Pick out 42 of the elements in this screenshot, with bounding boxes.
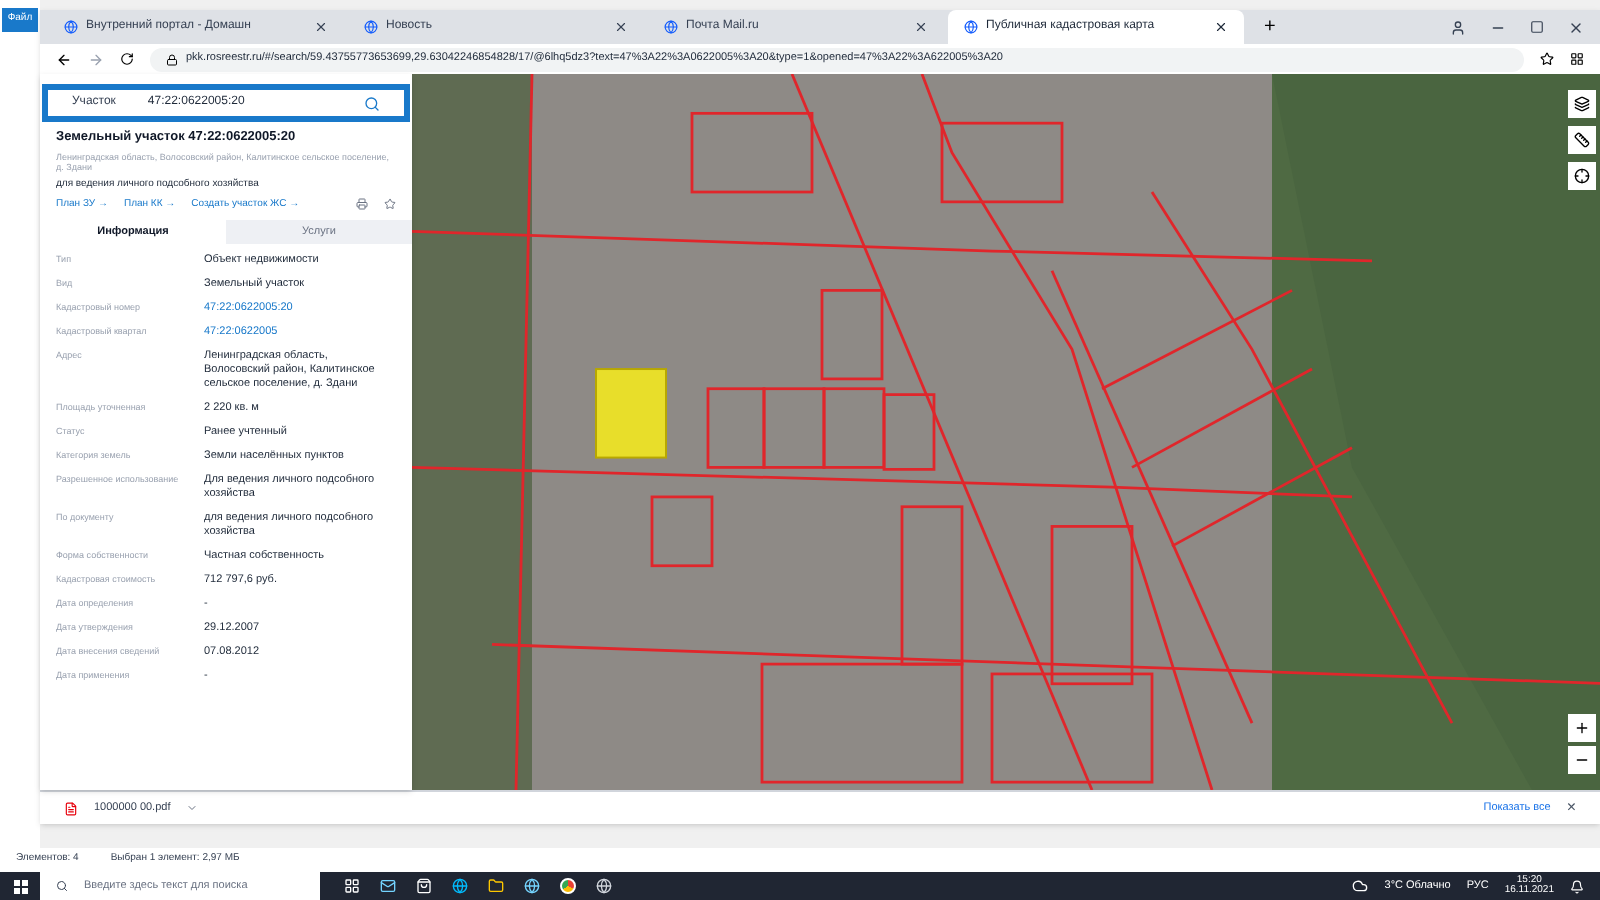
favicon-icon (64, 20, 78, 34)
profile-icon[interactable] (1450, 19, 1466, 35)
extensions-icon[interactable] (1570, 52, 1584, 66)
layers-icon (1574, 96, 1590, 112)
reload-icon[interactable] (120, 52, 134, 66)
browser-icon[interactable] (452, 878, 468, 894)
notifications-icon[interactable] (1570, 879, 1584, 893)
app-icon[interactable] (596, 878, 612, 894)
zoom-in-button[interactable] (1568, 714, 1596, 742)
close-icon[interactable] (614, 20, 628, 34)
close-icon[interactable] (1568, 19, 1584, 35)
favicon-icon (964, 20, 978, 34)
task-view-icon[interactable] (344, 878, 360, 894)
close-icon[interactable] (914, 20, 928, 34)
bookmark-star-icon[interactable] (1540, 52, 1554, 66)
weather-icon (1352, 878, 1369, 894)
favicon-icon (664, 20, 678, 34)
maximize-icon[interactable] (1530, 20, 1544, 34)
star-icon[interactable] (384, 198, 396, 211)
folder-icon[interactable] (488, 878, 504, 894)
lock-icon (166, 53, 178, 65)
chrome-icon[interactable] (560, 878, 576, 894)
mail-icon[interactable] (380, 878, 396, 894)
locate-button[interactable] (1568, 162, 1596, 190)
store-icon[interactable] (416, 878, 432, 894)
crosshair-icon (1574, 168, 1590, 184)
search-icon (56, 880, 68, 892)
close-downloads-button[interactable]: × (1566, 796, 1576, 820)
close-icon[interactable] (314, 20, 328, 34)
ruler-icon (1574, 132, 1590, 148)
print-icon[interactable] (356, 198, 368, 211)
plus-icon (1574, 720, 1590, 736)
new-tab-button[interactable]: + (1248, 10, 1292, 44)
search-icon[interactable] (364, 95, 380, 111)
layers-button[interactable] (1568, 90, 1596, 118)
pdf-file-icon (64, 801, 78, 815)
browser-icon[interactable] (524, 878, 540, 894)
back-icon[interactable] (56, 51, 72, 67)
favicon-icon (364, 20, 378, 34)
close-icon[interactable] (1214, 20, 1228, 34)
ruler-button[interactable] (1568, 126, 1596, 154)
zoom-out-button[interactable] (1568, 746, 1596, 774)
